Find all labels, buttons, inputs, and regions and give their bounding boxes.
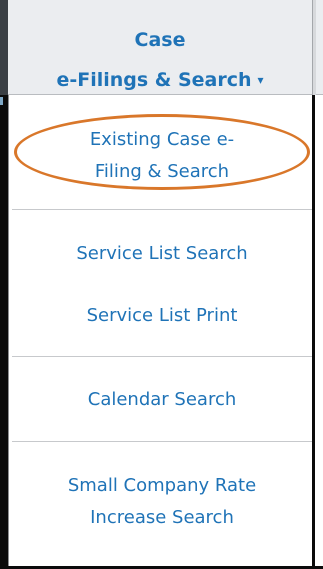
menu-item-service-list-search[interactable]: Service List Search: [12, 238, 312, 270]
menu-item-service-list-print[interactable]: Service List Print: [12, 300, 312, 332]
menu-item-label: Service List Print: [86, 305, 238, 326]
menu-item-small-company-rate-increase-search[interactable]: Small Company Rate Increase Search: [12, 470, 312, 534]
dropdown-right-border: [312, 95, 323, 569]
dropdown-left-border: [0, 95, 8, 569]
menu-item-label-line2: Increase Search: [90, 507, 234, 528]
menu-divider: [12, 441, 312, 442]
menu-header-title-line1: Case: [134, 29, 186, 51]
menu-header-title-text: e-Filings & Search: [56, 69, 252, 91]
menu-divider: [12, 356, 312, 357]
chevron-down-icon: ▾: [257, 73, 264, 87]
menu-item-label: Calendar Search: [87, 389, 237, 410]
menu-item-calendar-search[interactable]: Calendar Search: [12, 384, 312, 416]
menu-item-label-line1: Small Company Rate: [67, 475, 257, 496]
background-sliver: [0, 97, 3, 105]
menu-item-label: Service List Search: [76, 243, 248, 264]
menu-screenshot: Case e-Filings & Search ▾ Existing Case e…: [0, 0, 323, 569]
menu-header[interactable]: Case e-Filings & Search ▾: [0, 0, 323, 95]
menu-item-label-line1: Existing Case e-: [89, 129, 235, 150]
menu-item-label-line2: Filing & Search: [94, 161, 230, 182]
menu-header-title[interactable]: Case e-Filings & Search ▾: [8, 20, 312, 102]
header-right-edge: [312, 0, 316, 95]
menu-item-existing-case-e-filing-search[interactable]: Existing Case e- Filing & Search: [12, 124, 312, 188]
menu-divider: [12, 209, 312, 210]
header-left-edge: [0, 0, 8, 95]
